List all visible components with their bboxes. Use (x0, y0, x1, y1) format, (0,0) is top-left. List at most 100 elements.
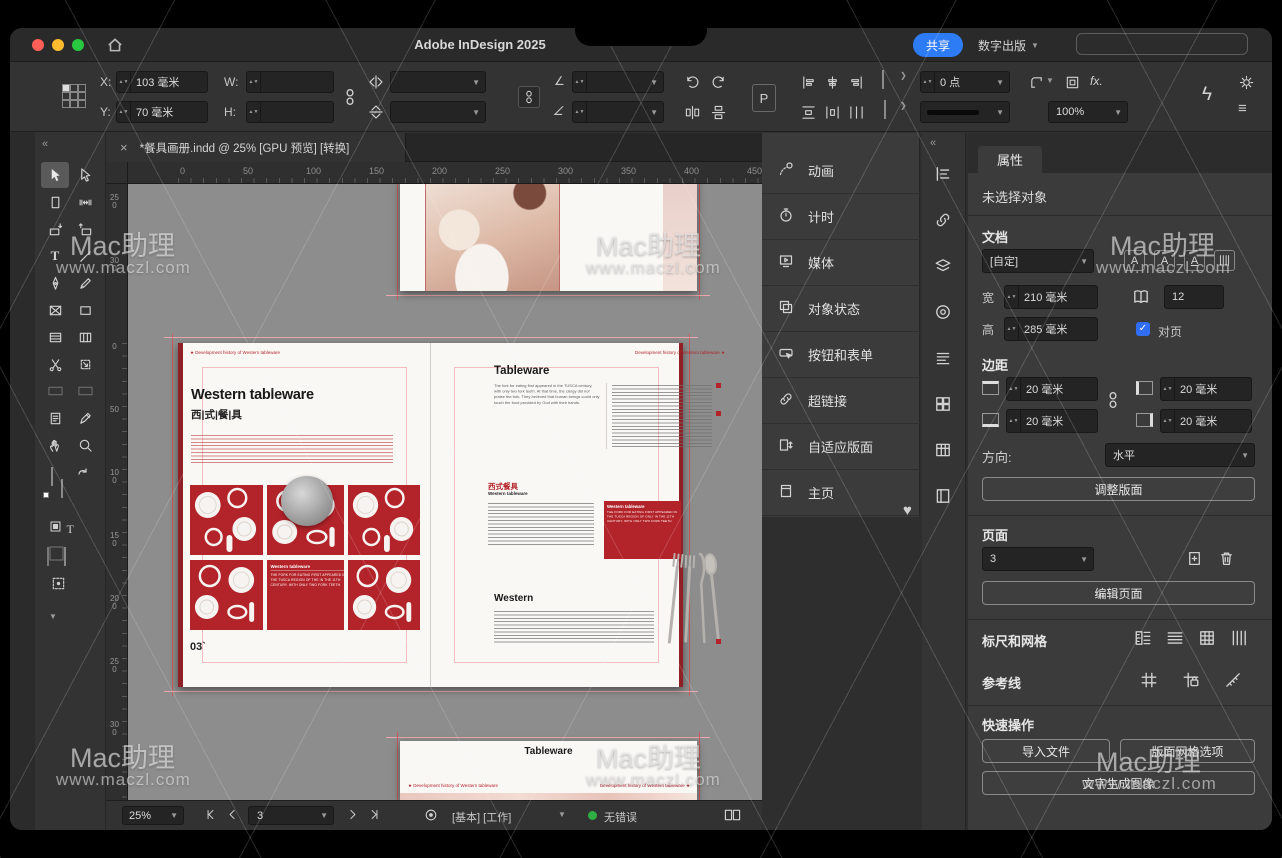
facing-pages-checkbox[interactable]: ✓ (1136, 322, 1150, 336)
pen-tool[interactable] (41, 270, 69, 296)
stepper-icon[interactable]: ▲▼ (1161, 410, 1175, 432)
chevron-down-icon[interactable]: ▼ (558, 810, 566, 819)
previous-page-button[interactable] (226, 808, 239, 824)
baseline-grid-icon[interactable] (1166, 629, 1184, 652)
last-page-button[interactable] (368, 808, 381, 824)
layout-grid-options-button[interactable]: 版面网格选项 (1120, 739, 1255, 763)
stepper-icon[interactable]: ▲▼ (1007, 378, 1021, 400)
panel-item-liquid-layout[interactable]: 自适应版面 (762, 424, 920, 470)
apply-none-button[interactable] (64, 547, 66, 566)
type-tool[interactable]: T (41, 243, 69, 269)
distribute-h-icon[interactable] (822, 102, 842, 122)
zoom-window-button[interactable] (72, 39, 84, 51)
horizontal-ruler[interactable]: 0 50 100 150 200 250 300 350 400 450 (128, 162, 762, 184)
content-placer-tool[interactable] (71, 216, 99, 242)
formatting-affects-container-icon[interactable] (49, 520, 62, 537)
stepper-icon[interactable]: ▲▼ (921, 72, 935, 92)
rotate-cw-button[interactable] (708, 72, 728, 92)
gradient-feather-tool[interactable] (71, 378, 99, 404)
add-page-icon[interactable] (1186, 550, 1203, 572)
paragraph-indicator[interactable]: P (752, 84, 776, 112)
document-canvas[interactable]: ★ Development history of Western tablewa… (128, 184, 762, 800)
stepper-icon[interactable]: ▲▼ (117, 102, 131, 122)
ruler-icon[interactable] (1134, 629, 1152, 652)
flip-h-button[interactable] (682, 102, 702, 122)
chevron-down-icon[interactable]: ▼ (1046, 76, 1054, 85)
color-panel-icon[interactable] (934, 303, 952, 326)
reference-point-proxy[interactable] (62, 84, 88, 110)
page-tool[interactable] (41, 189, 69, 215)
vertical-grid-tool[interactable] (71, 324, 99, 350)
swatch-flyout-icon[interactable]: ❯ (900, 71, 907, 80)
preflight-profile-label[interactable]: [基本] [工作] (452, 809, 511, 825)
rectangle-frame-tool[interactable] (41, 297, 69, 323)
layers-panel-icon[interactable] (934, 257, 952, 280)
fill-stroke-proxy[interactable] (49, 468, 93, 508)
rotate-ccw-button[interactable] (682, 72, 702, 92)
paragraph-panel-icon[interactable] (934, 349, 952, 372)
hand-tool[interactable] (41, 432, 69, 458)
stepper-icon[interactable]: ▲▼ (573, 102, 587, 122)
home-icon[interactable] (106, 36, 124, 59)
stepper-icon[interactable]: ▲▼ (247, 72, 261, 92)
panel-item-media[interactable]: 媒体 (762, 240, 920, 286)
stepper-icon[interactable]: ▲▼ (1005, 318, 1019, 340)
swatches-panel-icon[interactable] (934, 395, 952, 418)
eyedropper-tool[interactable] (71, 405, 99, 431)
rotation-angle-input[interactable]: ▲▼▼ (572, 71, 664, 93)
x-input[interactable]: ▲▼ 103 毫米 (116, 71, 208, 93)
scale-x-dropdown[interactable]: ▼ (390, 71, 486, 93)
y-input[interactable]: ▲▼ 70 毫米 (116, 101, 208, 123)
effects-fx-button[interactable]: fx. (1090, 74, 1103, 88)
tab-properties[interactable]: 属性 (978, 146, 1042, 173)
doc-setup-icon-2[interactable]: A (1154, 250, 1175, 271)
doc-setup-icon-3[interactable]: A (1184, 250, 1205, 271)
doc-grid-icon[interactable] (1214, 250, 1235, 271)
stepper-icon[interactable]: ▲▼ (247, 102, 261, 122)
stroke-style-dropdown[interactable]: ▼ (920, 101, 1010, 123)
rectangle-tool[interactable] (71, 297, 99, 323)
margin-bottom-input[interactable]: ▲▼ 20 毫米 (1006, 409, 1098, 433)
libraries-panel-icon[interactable] (934, 487, 952, 510)
fill-proxy-swatch[interactable] (51, 467, 53, 486)
horizontal-grid-tool[interactable] (41, 324, 69, 350)
margin-inside-input[interactable]: ▲▼ 20 毫米 (1160, 377, 1252, 401)
free-transform-tool[interactable] (71, 351, 99, 377)
default-fill-stroke-icon[interactable] (43, 492, 49, 498)
align-center-icon[interactable] (822, 72, 842, 92)
doc-height-input[interactable]: ▲▼ 285 毫米 (1004, 317, 1098, 341)
favorite-heart-icon[interactable]: ♥ (903, 502, 912, 519)
table-panel-icon[interactable] (934, 441, 952, 464)
flip-horizontal-icon[interactable] (366, 72, 386, 92)
search-input[interactable] (1076, 33, 1248, 55)
stroke-weight-dropdown[interactable]: ▲▼ 0 点▼ (920, 71, 1010, 93)
link-width-height-button[interactable] (518, 86, 540, 108)
align-left-icon[interactable] (798, 72, 818, 92)
direct-selection-tool[interactable] (71, 162, 99, 188)
link-margins-icon[interactable] (1106, 391, 1120, 414)
panel-item-object-states[interactable]: 对象状态 (762, 286, 920, 332)
height-input[interactable]: ▲▼ (246, 101, 334, 123)
line-tool[interactable] (71, 243, 99, 269)
zoom-level-dropdown[interactable]: 25%▼ (122, 806, 184, 825)
collapse-panel-icon[interactable]: « (42, 138, 48, 150)
scissors-tool[interactable] (41, 351, 69, 377)
flip-v-button[interactable] (708, 102, 728, 122)
gradient-swatch-tool[interactable] (41, 378, 69, 404)
collapse-dock-icon[interactable]: « (930, 137, 936, 149)
width-input[interactable]: ▲▼ (246, 71, 334, 93)
scale-y-dropdown[interactable]: ▼ (390, 101, 486, 123)
text-to-image-button[interactable]: 文字生成图像 (982, 771, 1255, 795)
constrain-proportions-icon[interactable] (340, 87, 360, 107)
align-panel-icon[interactable] (934, 165, 952, 188)
vertical-ruler[interactable]: 250 300 0 50 100 150 200 250 300 (106, 184, 128, 800)
adjust-layout-button[interactable]: 调整版面 (982, 477, 1255, 501)
corner-options-icon[interactable] (1026, 72, 1046, 92)
page-number-dropdown[interactable]: 3▼ (248, 806, 334, 825)
delete-page-icon[interactable] (1218, 550, 1235, 572)
panel-item-animation[interactable]: 动画 (762, 148, 920, 194)
ruler-origin-corner[interactable] (106, 162, 128, 184)
stepper-icon[interactable]: ▲▼ (573, 72, 587, 92)
stepper-icon[interactable]: ▲▼ (1161, 378, 1175, 400)
document-tab[interactable]: × *餐具画册.indd @ 25% [GPU 预览] [转换] (106, 133, 406, 162)
